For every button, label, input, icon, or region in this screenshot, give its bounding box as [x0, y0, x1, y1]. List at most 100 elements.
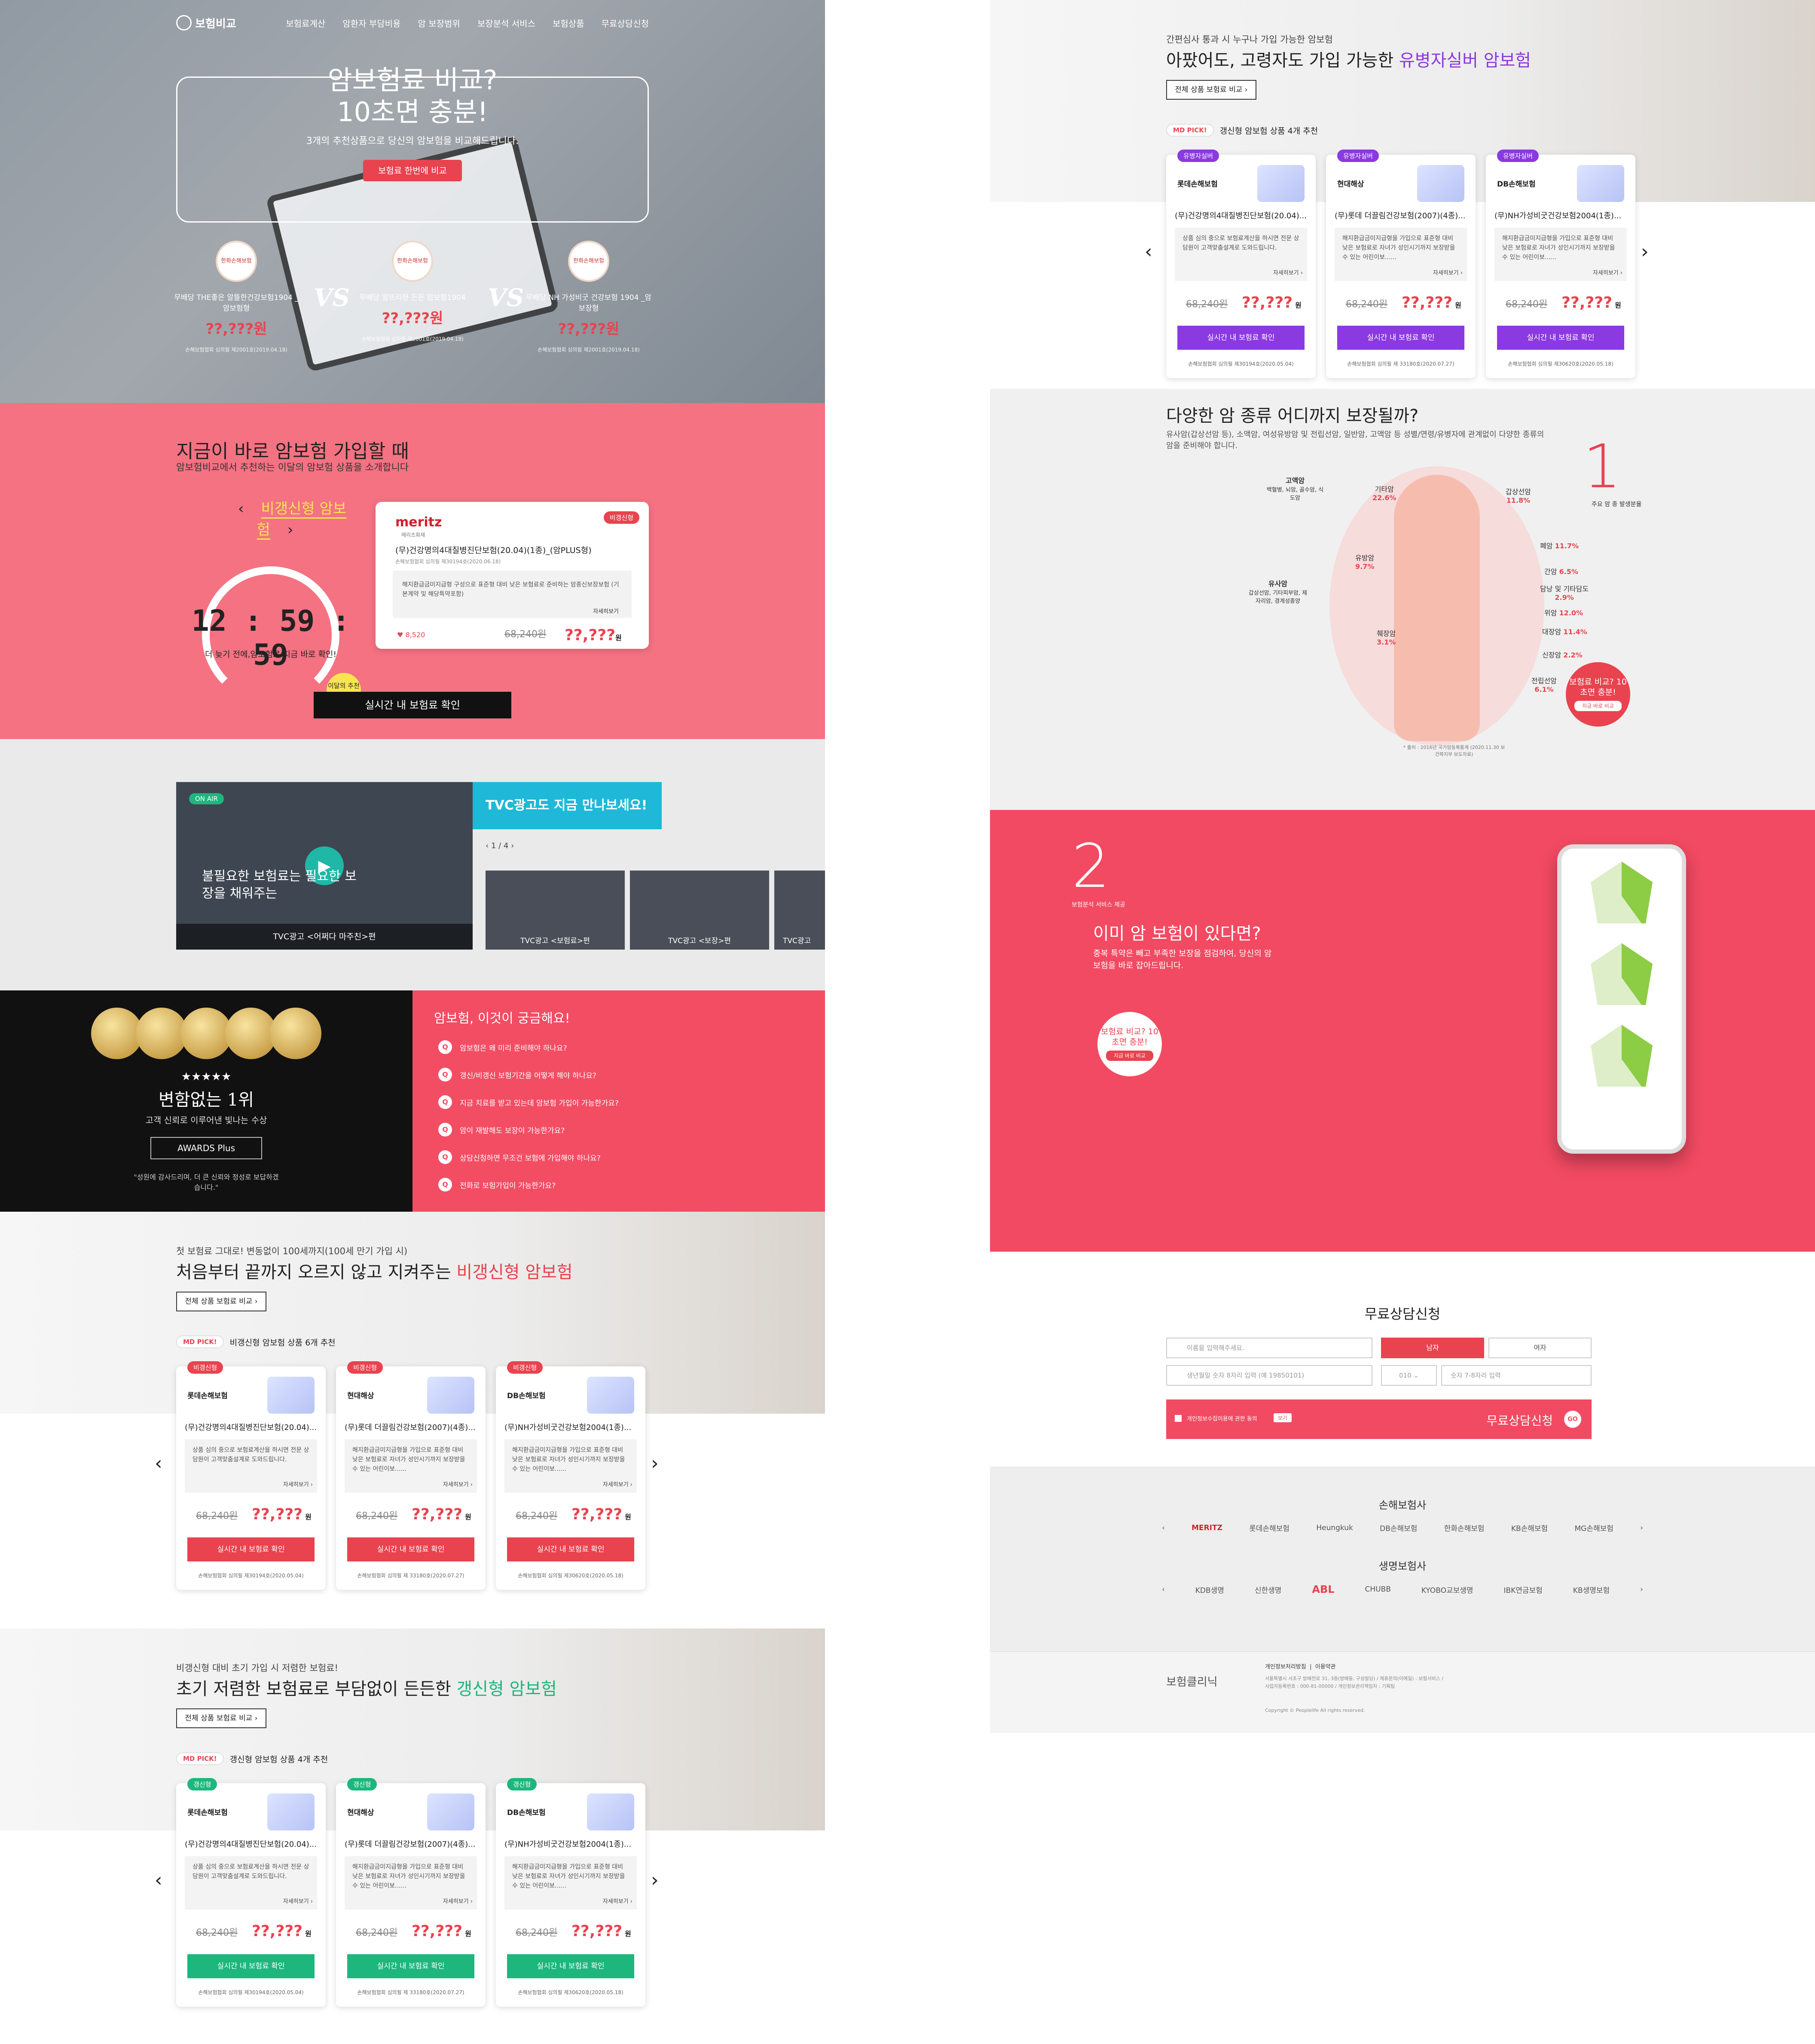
tvc-thumb[interactable]: TVC광고 <보험료>편 — [486, 871, 625, 950]
more-link[interactable]: 자세히보기 › — [443, 1897, 473, 1905]
tvc-thumb[interactable]: TVC광고 <보장>편 — [630, 871, 769, 950]
nav-item-coverage[interactable]: 암 보장범위 — [418, 17, 460, 29]
all-products-button[interactable]: 전체 상품 보험료 비교 › — [176, 1292, 266, 1311]
featured-product-card[interactable]: meritz 메리츠화재 비갱신형 (무)건강명의4대질병진단보험(20.04)… — [376, 502, 649, 649]
product-tag: 유병자실버 — [1497, 150, 1539, 162]
terms-link[interactable]: 이용약관 — [1315, 1664, 1336, 1670]
name-input[interactable]: 이름을 입력해주세요. — [1166, 1338, 1372, 1358]
faq-item[interactable]: Q 암보험은 왜 미리 준비해야 하나요? — [412, 1033, 825, 1061]
more-link[interactable]: 자세히보기 › — [603, 1480, 632, 1488]
partner-logo: CHUBB — [1365, 1585, 1391, 1594]
insurer-logo: 롯데손해보험 — [187, 1392, 228, 1400]
birth-input[interactable]: 생년월일 숫자 8자리 입력 (예 19850101) — [1166, 1365, 1372, 1386]
compare-button[interactable]: 보험료 한번에 비교 — [363, 160, 462, 181]
faq-item[interactable]: Q 암이 재발해도 보장이 가능한가요? — [412, 1116, 825, 1143]
main-video[interactable]: ON AIR ▶ 불필요한 보험료는 필요한 보장을 채워주는 TVC광고 <어… — [176, 782, 473, 950]
go-icon[interactable]: GO — [1564, 1411, 1581, 1428]
more-link[interactable]: 자세히보기 — [593, 607, 619, 615]
product-card[interactable]: 비갱신형 DB손해보험 (무)NH가성비굿건강보험2004(1종)... 해지환… — [496, 1361, 645, 1590]
partner-logo: DB손해보험 — [1380, 1525, 1418, 1533]
gender-male[interactable]: 남자 — [1381, 1338, 1484, 1358]
carousel-next-icon[interactable]: › — [287, 521, 293, 538]
carousel-prev-icon[interactable]: ‹ — [155, 1869, 162, 1891]
review-number: 손해보험협회 심의필 제30620호(2020.05.18) — [1508, 361, 1613, 367]
product-card[interactable]: 유병자실버 롯데손해보험 (무)건강명의4대질병진단보험(20.04)... 상… — [1166, 150, 1316, 378]
more-link[interactable]: 자세히보기 › — [443, 1480, 473, 1488]
next-arrow-icon[interactable]: › — [1640, 1524, 1643, 1532]
agree-checkbox[interactable] — [1175, 1415, 1182, 1422]
product-card[interactable]: 비갱신형 현대해상 (무)롯데 더끌림건강보험(2007)(4종)... 해지환… — [336, 1361, 486, 1590]
awards-button[interactable]: AWARDS Plus — [150, 1137, 262, 1159]
more-link[interactable]: 자세히보기 › — [1593, 268, 1622, 276]
carousel-next-icon[interactable]: › — [651, 1452, 659, 1474]
carousel-prev-icon[interactable]: ‹ — [1145, 241, 1152, 263]
check-premium-button[interactable]: 실시간 내 보험료 확인 — [1177, 326, 1305, 350]
phone-input[interactable]: 숫자 7-8자리 입력 — [1441, 1365, 1592, 1386]
check-premium-button[interactable]: 실시간 내 보험료 확인 — [507, 1954, 634, 1978]
all-products-button[interactable]: 전체 상품 보험료 비교 › — [176, 1708, 266, 1728]
faq-item[interactable]: Q 갱신/비갱신 보험기간을 어떻게 해야 하나요? — [412, 1061, 825, 1088]
submit-button[interactable]: 무료상담신청 — [1486, 1412, 1553, 1429]
check-premium-button[interactable]: 실시간 내 보험료 확인 — [1337, 326, 1464, 350]
likes[interactable]: ♥ 8,520 — [397, 631, 425, 639]
faq-item[interactable]: Q 지금 치료를 받고 있는데 암보험 가입이 가능한가요? — [412, 1088, 825, 1116]
more-link[interactable]: 자세히보기 › — [283, 1897, 313, 1905]
product-card[interactable]: 갱신형 DB손해보험 (무)NH가성비굿건강보험2004(1종)... 해지환급… — [496, 1778, 645, 2007]
view-terms-button[interactable]: 보기 — [1274, 1413, 1292, 1422]
old-price: 68,240원 — [516, 1511, 558, 1522]
more-link[interactable]: 자세히보기 › — [283, 1480, 313, 1488]
pager-next-icon[interactable]: › — [511, 841, 514, 850]
check-premium-button[interactable]: 실시간 내 보험료 확인 — [507, 1537, 634, 1561]
nav-item-cost[interactable]: 암환자 부담비용 — [342, 17, 400, 29]
more-link[interactable]: 자세히보기 › — [603, 1897, 632, 1905]
tvc-thumb[interactable]: TVC광고 — [774, 871, 825, 950]
pager-prev-icon[interactable]: ‹ — [486, 841, 489, 850]
check-premium-button[interactable]: 실시간 내 보험료 확인 — [1497, 326, 1624, 350]
top-nav: 보험비교 보험료계산 암환자 부담비용 암 보장범위 보장분석 서비스 보험상품… — [176, 12, 649, 34]
carousel-prev-icon[interactable]: ‹ — [238, 500, 244, 517]
prev-arrow-icon[interactable]: ‹ — [1162, 1585, 1165, 1594]
gender-female[interactable]: 여자 — [1488, 1338, 1592, 1358]
nav-item-calc[interactable]: 보험료계산 — [286, 17, 325, 29]
product-tag: 갱신형 — [507, 1778, 537, 1790]
product-card[interactable]: 갱신형 현대해상 (무)롯데 더끌림건강보험(2007)(4종)... 해지환급… — [336, 1778, 486, 2007]
carousel-prev-icon[interactable]: ‹ — [155, 1452, 162, 1474]
carousel-next-icon[interactable]: › — [1641, 241, 1649, 263]
section-lead: 첫 보험료 그대로! 변동없이 100세까지(100세 만기 가입 시) — [176, 1246, 408, 1256]
more-link[interactable]: 자세히보기 › — [1273, 268, 1303, 276]
faq-item[interactable]: Q 상담신청하면 무조건 보험에 가입해야 하나요? — [412, 1143, 825, 1171]
check-premium-button[interactable]: 실시간 내 보험료 확인 — [347, 1954, 474, 1978]
privacy-link[interactable]: 개인정보처리방침 — [1265, 1664, 1306, 1670]
faq-item[interactable]: Q 전화로 보험가입이 가능한가요? — [412, 1171, 825, 1198]
site-logo[interactable]: 보험비교 — [176, 15, 236, 31]
tvc-header: TVC광고도 지금 만나보세요! — [473, 782, 662, 829]
check-premium-button[interactable]: 실시간 내 보험료 확인 — [187, 1537, 315, 1561]
all-products-button[interactable]: 전체 상품 보험료 비교 › — [1166, 80, 1256, 100]
vs-label: VS — [314, 284, 350, 312]
phone-prefix-select[interactable]: 010 ⌄ — [1381, 1365, 1437, 1386]
prev-arrow-icon[interactable]: ‹ — [1162, 1524, 1165, 1532]
medal-icon — [180, 1008, 232, 1059]
nav-item-analysis[interactable]: 보장분석 서비스 — [477, 17, 535, 29]
stat-label: 췌장암 3.1% — [1377, 629, 1396, 646]
product-card[interactable]: 유병자실버 현대해상 (무)롯데 더끌림건강보험(2007)(4종)... 해지… — [1326, 150, 1476, 378]
check-premium-button[interactable]: 실시간 내 보험료 확인 — [187, 1954, 315, 1978]
medal-icon — [136, 1008, 187, 1059]
nav-item-consult[interactable]: 무료상담신청 — [602, 17, 649, 29]
check-premium-button[interactable]: 실시간 내 보험료 확인 — [314, 692, 511, 718]
more-link[interactable]: 자세히보기 › — [1433, 268, 1463, 276]
new-price: ??,???원 — [1402, 294, 1461, 312]
compare-badge[interactable]: 보험료 비교? 10초면 충분! 지금 바로 비교 — [1566, 662, 1630, 727]
chevron-down-icon: ⌄ — [1413, 1372, 1419, 1379]
nav-item-products[interactable]: 보험상품 — [553, 17, 584, 29]
check-premium-button[interactable]: 실시간 내 보험료 확인 — [347, 1537, 474, 1561]
radar-chart-icon — [1591, 862, 1653, 923]
product-card[interactable]: 유병자실버 DB손해보험 (무)NH가성비굿건강보험2004(1종)... 해지… — [1486, 150, 1635, 378]
old-price: 68,240원 — [356, 1511, 398, 1522]
next-arrow-icon[interactable]: › — [1640, 1585, 1643, 1594]
compare-badge[interactable]: 보험료 비교? 10초면 충분! 지금 바로 비교 — [1097, 1012, 1162, 1076]
product-card[interactable]: 비갱신형 롯데손해보험 (무)건강명의4대질병진단보험(20.04)... 상품… — [176, 1361, 326, 1590]
carousel-next-icon[interactable]: › — [651, 1869, 659, 1891]
partner-logo: KYOBO교보생명 — [1421, 1586, 1473, 1595]
product-card[interactable]: 갱신형 롯데손해보험 (무)건강명의4대질병진단보험(20.04)... 상품 … — [176, 1778, 326, 2007]
